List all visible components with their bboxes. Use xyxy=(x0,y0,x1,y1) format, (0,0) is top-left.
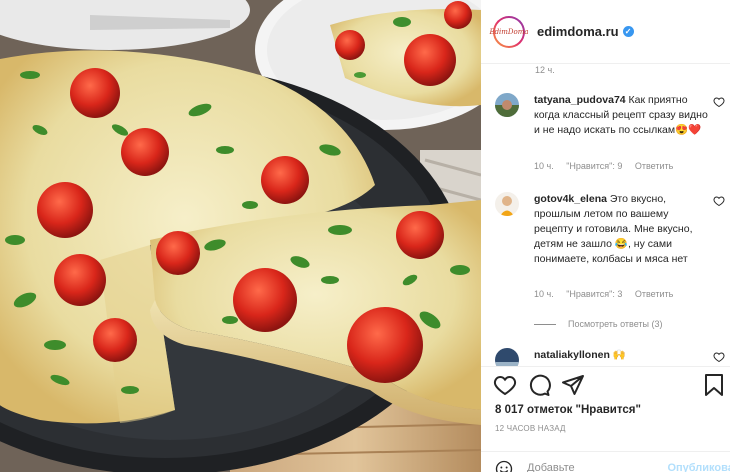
comment-time: 10 ч. xyxy=(534,289,554,299)
comment-icon[interactable] xyxy=(527,373,551,397)
post-header: EdimDoma edimdoma.ru ✓ xyxy=(481,0,730,64)
comment-meta: 10 ч. "Нравится": 9 Ответить xyxy=(534,161,683,171)
likes-count[interactable]: 8 017 отметок "Нравится" xyxy=(495,404,641,416)
commenter-avatar[interactable] xyxy=(495,93,519,117)
comment-meta: 10 ч. "Нравится": 3 Ответить xyxy=(534,289,683,299)
photo-avatar-icon xyxy=(495,192,519,216)
comment-like-heart-icon[interactable] xyxy=(713,195,725,207)
reply-button[interactable]: Ответить xyxy=(635,289,673,299)
comment-text: 🙌 xyxy=(612,349,626,361)
view-replies-button[interactable]: Посмотреть ответы (3) xyxy=(534,319,663,329)
photo-avatar-icon xyxy=(495,348,519,366)
smiley-icon[interactable] xyxy=(495,460,513,472)
reply-button[interactable]: Ответить xyxy=(635,161,673,171)
bookmark-icon[interactable] xyxy=(704,373,724,397)
frittata-image xyxy=(0,0,481,472)
commenter-avatar[interactable] xyxy=(495,348,519,366)
comment-likes[interactable]: "Нравится": 3 xyxy=(566,289,622,299)
add-comment-bar: Добавьте Опубликовать xyxy=(481,451,730,472)
verified-badge-icon: ✓ xyxy=(622,26,634,37)
comment-time: 10 ч. xyxy=(534,161,554,171)
post-side-panel: EdimDoma edimdoma.ru ✓ 12 ч. tatyana_pud… xyxy=(481,0,730,472)
comment-username[interactable]: gotov4k_elena xyxy=(534,193,607,205)
post-photo[interactable] xyxy=(0,0,481,472)
post-actions: 8 017 отметок "Нравится" 12 ЧАСОВ НАЗАД … xyxy=(481,366,730,472)
profile-username[interactable]: edimdoma.ru xyxy=(537,24,619,39)
photo-avatar-icon xyxy=(495,93,519,117)
comment-like-heart-icon[interactable] xyxy=(713,96,725,108)
heart-icon[interactable] xyxy=(493,373,517,397)
post-date[interactable]: 12 ЧАСОВ НАЗАД xyxy=(495,424,566,433)
publish-button[interactable]: Опубликовать xyxy=(667,462,730,472)
share-icon[interactable] xyxy=(561,373,585,397)
avatar-logo: EdimDoma xyxy=(489,27,529,36)
comment-like-heart-icon[interactable] xyxy=(713,351,725,363)
view-replies-label: Посмотреть ответы (3) xyxy=(568,319,663,329)
comment-username[interactable]: tatyana_pudova74 xyxy=(534,94,626,106)
comment-likes[interactable]: "Нравится": 9 xyxy=(566,161,622,171)
profile-avatar[interactable]: EdimDoma xyxy=(489,15,529,48)
replies-divider xyxy=(534,323,556,325)
commenter-avatar[interactable] xyxy=(495,192,519,216)
caption-time: 12 ч. xyxy=(535,65,555,75)
comments-list[interactable]: 12 ч. tatyana_pudova74 Как приятно когда… xyxy=(481,64,730,366)
comment-username[interactable]: nataliakyllonen xyxy=(534,349,610,361)
comment-input[interactable]: Добавьте xyxy=(527,462,575,472)
